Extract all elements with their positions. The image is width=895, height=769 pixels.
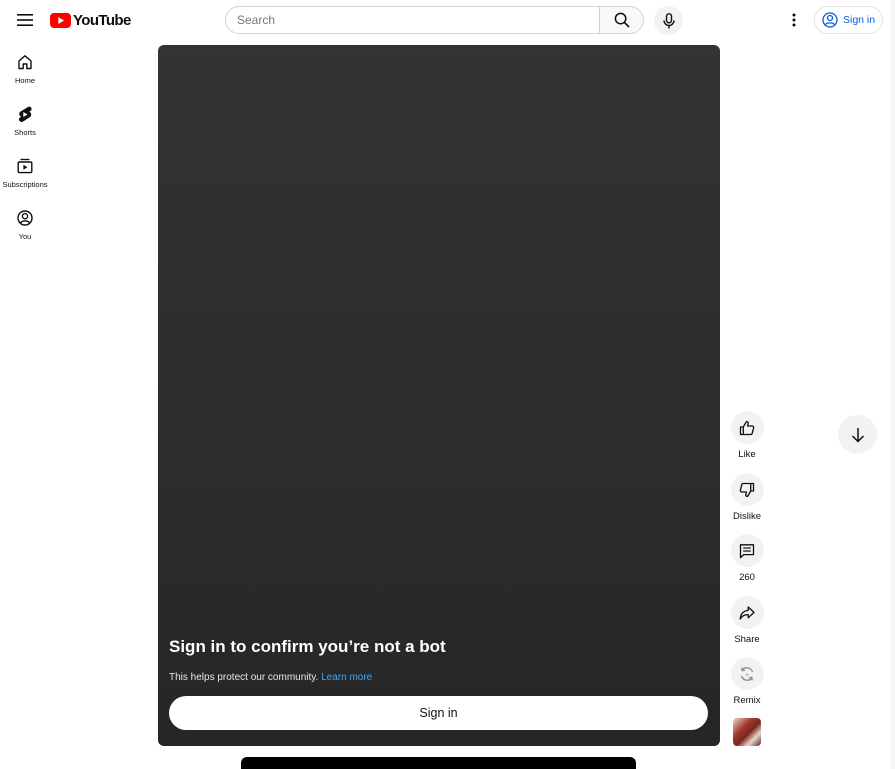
sidebar-item-label: Subscriptions: [2, 180, 48, 189]
thumbs-up-icon: [739, 420, 755, 435]
sidebar-item-shorts[interactable]: Shorts: [0, 96, 50, 144]
dislike-action: Dislike: [728, 473, 766, 522]
shorts-page: YouTube Sign in Home: [0, 0, 895, 769]
bot-check-description-text: This helps protect our community.: [169, 672, 319, 683]
thumbs-down-icon: [739, 482, 755, 497]
search-input[interactable]: [226, 7, 600, 33]
svg-text:+: +: [745, 672, 750, 678]
like-action: Like: [728, 411, 766, 460]
like-button[interactable]: [730, 411, 764, 444]
search-icon: [614, 12, 630, 28]
search-box: [225, 6, 600, 34]
next-short-preview[interactable]: [241, 757, 636, 769]
youtube-logo-icon: [50, 12, 71, 28]
arrow-down-icon: [851, 427, 864, 443]
sidebar-item-home[interactable]: Home: [0, 44, 50, 92]
remix-button[interactable]: +: [730, 657, 764, 690]
player-sign-in-button[interactable]: Sign in: [169, 696, 708, 730]
header-sign-in-button[interactable]: Sign in: [814, 6, 883, 34]
account-circle-icon: [822, 12, 838, 28]
remix-icon: +: [740, 666, 754, 681]
bot-check-description: This helps protect our community. Learn …: [169, 672, 372, 683]
comment-icon: [739, 543, 755, 558]
sign-in-label: Sign in: [843, 14, 876, 26]
more-vertical-icon: [792, 13, 796, 27]
youtube-wordmark: YouTube: [73, 11, 131, 29]
menu-icon: [17, 14, 33, 26]
remix-action: + Remix: [728, 657, 766, 706]
share-label: Share: [734, 634, 760, 645]
sidebar-item-you[interactable]: You: [0, 200, 50, 248]
share-icon: [739, 605, 755, 620]
you-icon: [17, 210, 33, 226]
guide-menu-button[interactable]: [11, 6, 39, 34]
bot-check-title: Sign in to confirm you’re not a bot: [169, 637, 446, 656]
share-action: Share: [728, 596, 766, 645]
sidebar-item-label: You: [18, 232, 32, 241]
comments-button[interactable]: [730, 534, 764, 567]
dislike-label: Dislike: [733, 511, 761, 522]
next-video-button[interactable]: [838, 415, 877, 454]
comments-action: 260: [728, 534, 766, 583]
subscriptions-icon: [17, 158, 33, 174]
microphone-icon: [662, 12, 675, 28]
voice-search-button[interactable]: [654, 6, 683, 35]
like-label: Like: [738, 449, 756, 460]
remix-label: Remix: [733, 695, 761, 706]
shorts-player[interactable]: Sign in to confirm you’re not a bot This…: [158, 45, 720, 746]
sidebar-item-label: Shorts: [14, 128, 36, 137]
shorts-icon: [18, 106, 32, 122]
search-button[interactable]: [599, 6, 644, 34]
learn-more-link[interactable]: Learn more: [321, 672, 372, 683]
settings-more-button[interactable]: [782, 8, 806, 32]
youtube-logo[interactable]: YouTube: [50, 10, 131, 30]
sidebar-item-label: Home: [14, 76, 35, 85]
dislike-button[interactable]: [730, 473, 764, 506]
sound-thumbnail[interactable]: [733, 718, 761, 746]
sidebar-item-subscriptions[interactable]: Subscriptions: [0, 148, 50, 196]
masthead: YouTube Sign in: [0, 0, 895, 40]
comments-count: 260: [739, 572, 755, 583]
home-icon: [18, 55, 32, 70]
page-scrollbar[interactable]: [891, 0, 895, 769]
share-button[interactable]: [730, 596, 764, 629]
